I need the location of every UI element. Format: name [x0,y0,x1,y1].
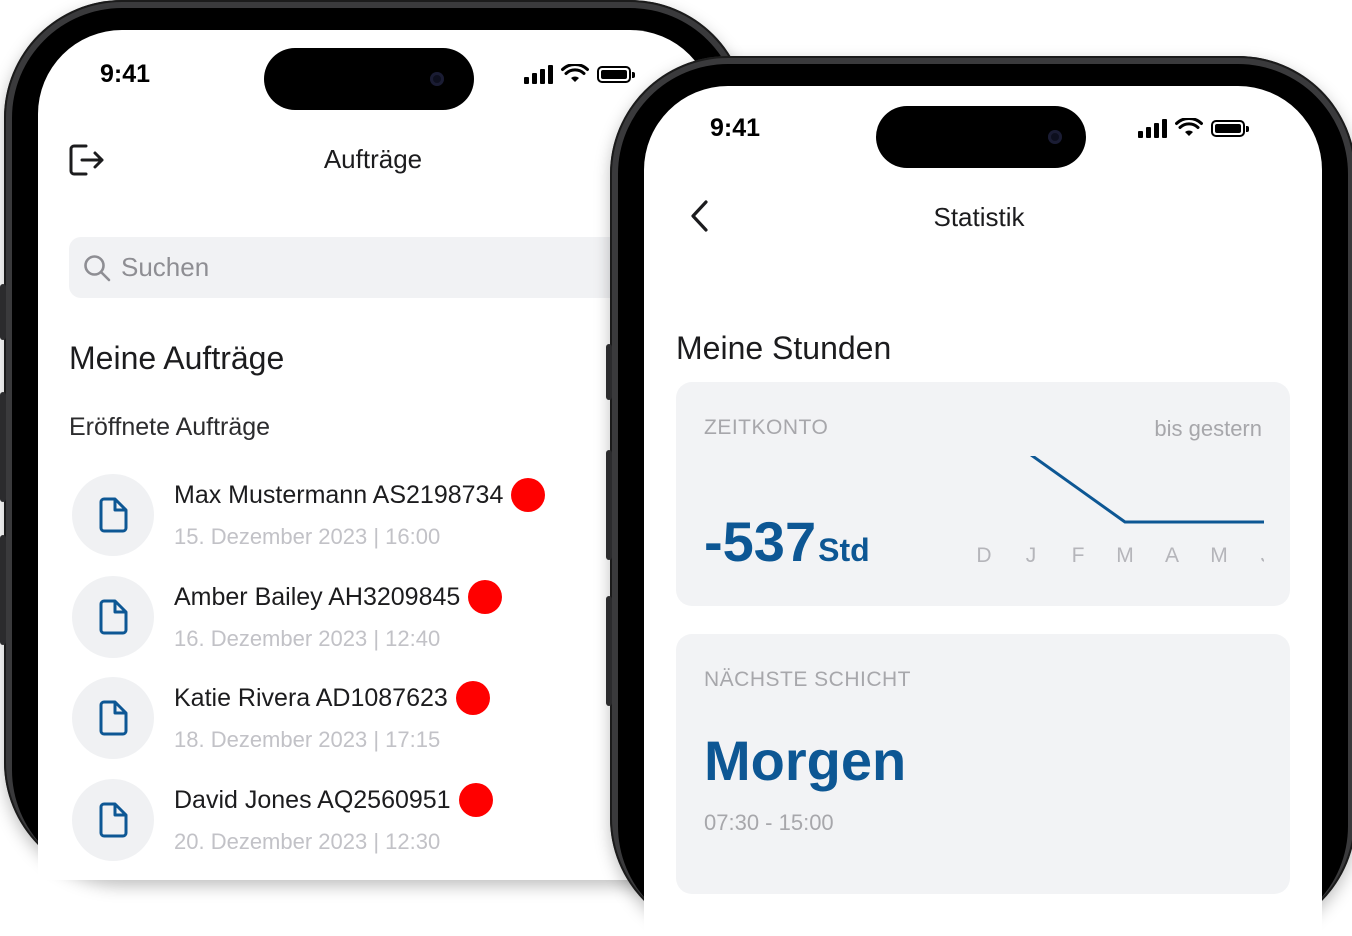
section-title: Meine Aufträge [69,340,285,376]
chart-month-label: M [1210,544,1228,567]
order-name: Amber Bailey AH3209845 [174,582,461,611]
camera-icon [430,72,444,86]
unread-dot [455,681,490,715]
chart-month-label: J [1261,544,1264,567]
zeitkonto-period: bis gestern [1154,416,1262,441]
dynamic-island [264,48,474,110]
nav-title: Aufträge [323,144,423,174]
next-shift-label: NÄCHSTE SCHICHT [704,668,912,691]
order-item[interactable]: Max Mustermann AS2198734 15. Dezember 20… [72,474,632,560]
order-name: David Jones AQ2560951 [174,785,451,814]
order-title: Amber Bailey AH3209845 [174,580,503,614]
document-icon [72,576,154,658]
chart-month-label: M [1116,544,1134,567]
logout-icon[interactable] [68,142,106,178]
status-icons [524,64,635,84]
next-shift-value: Morgen [704,729,907,792]
order-title: David Jones AQ2560951 [174,783,493,817]
unread-dot [511,478,546,512]
status-time: 9:41 [710,114,761,142]
document-icon [72,474,154,556]
signal-icon [524,64,553,84]
document-icon [72,677,154,759]
chart-month-label: F [1072,544,1085,567]
order-date: 20. Dezember 2023 | 12:30 [174,829,441,854]
unread-dot [458,783,493,817]
phone-side-button [0,535,6,645]
chart-line [1030,456,1264,524]
wifi-icon [561,64,589,82]
hours-unit: Std [818,532,870,568]
phone-side-button [606,344,612,400]
unread-dot [468,580,503,614]
battery-icon [597,65,635,83]
phone-side-button [606,450,612,560]
chart-x-axis: DJFMAMJ [976,544,1264,567]
battery-icon [1211,119,1249,137]
phone-side-button [0,284,6,340]
status-icons [1138,118,1249,138]
order-name: Katie Rivera AD1087623 [174,683,448,712]
document-icon [72,779,154,861]
order-title: Max Mustermann AS2198734 [174,478,546,512]
next-shift-time: 07:30 - 15:00 [704,810,834,835]
statistics-screen: 9:41 Statistik Meine Stunden ZEITKONTO b… [644,86,1322,936]
order-item[interactable]: Amber Bailey AH3209845 16. Dezember 2023… [72,576,632,662]
order-date: 15. Dezember 2023 | 16:00 [174,524,441,549]
wifi-icon [1175,118,1203,136]
status-time: 9:41 [100,60,151,88]
order-item[interactable]: David Jones AQ2560951 20. Dezember 2023 … [72,779,632,865]
zeitkonto-card[interactable]: ZEITKONTO bis gestern -537Std D J F M A M J [676,382,1290,606]
order-title: Katie Rivera AD1087623 [174,681,490,715]
chart-month-label: A [1165,544,1179,567]
order-name: Max Mustermann AS2198734 [174,480,504,509]
camera-icon [1048,130,1062,144]
search-input[interactable] [119,251,523,284]
signal-icon [1138,118,1167,138]
chart-month-label: D [976,544,991,567]
order-item[interactable]: Katie Rivera AD1087623 18. Dezember 2023… [72,677,632,763]
zeitkonto-value: -537 Std [704,512,870,580]
phone-frame-statistics: 9:41 Statistik Meine Stunden ZEITKONTO b… [606,56,1352,936]
hours-value: -537 [704,510,817,573]
section-title: Meine Stunden [676,330,892,366]
subsection-title: Eröffnete Aufträge [69,413,271,441]
nav-title: Statistik [933,202,1025,232]
chart-series-line [1030,456,1264,524]
dynamic-island [876,106,1086,168]
search-icon [84,254,111,281]
phone-side-button [606,596,612,706]
phone-side-button [0,392,6,502]
zeitkonto-chart: DJFMAMJ [976,456,1264,567]
zeitkonto-label: ZEITKONTO [704,416,829,439]
back-chevron-icon[interactable] [688,198,712,234]
order-date: 16. Dezember 2023 | 12:40 [174,626,441,651]
chart-month-label: J [1026,544,1037,567]
next-shift-card[interactable]: NÄCHSTE SCHICHT Morgen 07:30 - 15:00 [676,634,1290,894]
order-date: 18. Dezember 2023 | 17:15 [174,727,441,752]
